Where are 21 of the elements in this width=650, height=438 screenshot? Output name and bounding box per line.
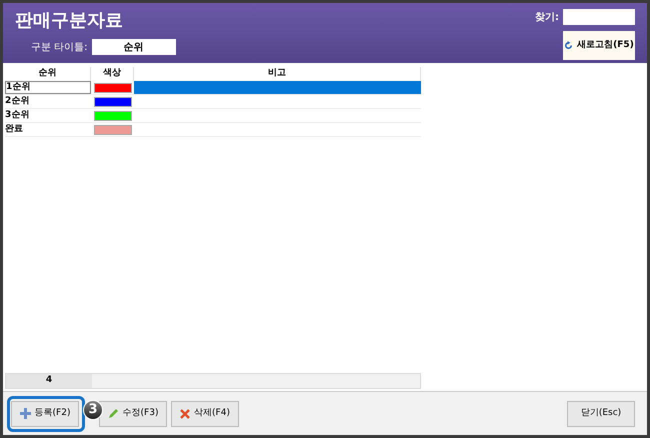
toolbar-button[interactable]: 수정(F3)	[99, 400, 167, 426]
title-label: 구분 타이틀:	[31, 40, 88, 54]
pencil-icon	[108, 408, 119, 419]
table-cell: 1순위	[5, 81, 91, 94]
search-field[interactable]	[563, 9, 635, 25]
refresh-icon	[564, 41, 574, 50]
refresh-button[interactable]: 새로고침(F5)	[563, 31, 635, 60]
plus-icon	[20, 408, 31, 419]
table-cell-text: 3순위	[5, 109, 30, 122]
column-header: 순위	[5, 67, 91, 81]
table-cell-text: 2순위	[5, 95, 30, 108]
window-title: 판매구분자료	[15, 9, 124, 33]
toolbar-button[interactable]: 삭제(F4)	[171, 400, 239, 426]
table-cell-text: 완료	[5, 123, 24, 136]
close-button[interactable]: 닫기(Esc)	[567, 400, 635, 426]
column-header: 색상	[91, 67, 134, 81]
toolbar-button[interactable]: 등록(F2)	[11, 400, 79, 426]
search-label: 찾기:	[535, 10, 559, 24]
row-count: 4	[6, 374, 92, 388]
title-field[interactable]: 순위	[92, 39, 176, 55]
close-icon	[180, 408, 190, 418]
